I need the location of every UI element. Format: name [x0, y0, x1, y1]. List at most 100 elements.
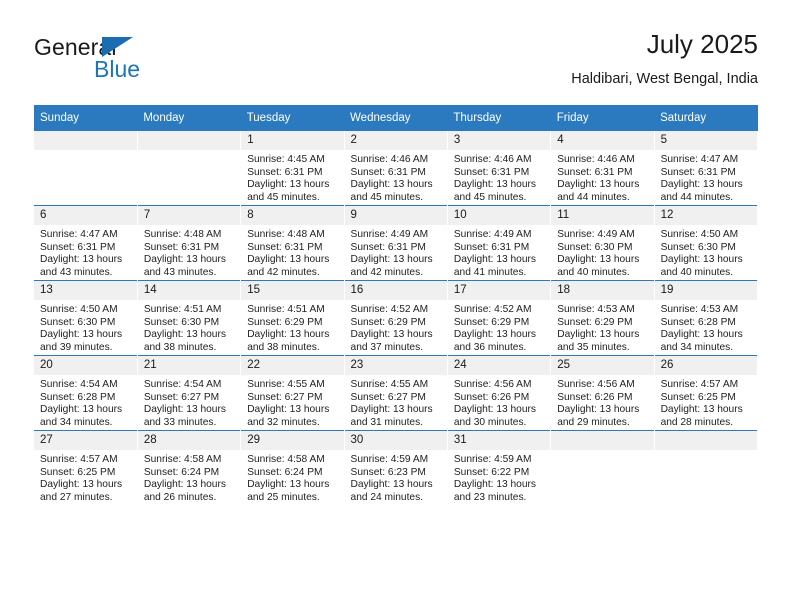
day-daylight1-text: Daylight: 13 hours	[557, 329, 640, 341]
day-daylight1-text: Daylight: 13 hours	[350, 404, 433, 416]
day-details: Sunrise: 4:49 AM Sunset: 6:30 PM Daylight:…	[551, 225, 653, 279]
day-number: 26	[654, 356, 757, 375]
day-daylight2-text: and 43 minutes.	[143, 266, 217, 278]
calendar-day-cell[interactable]: 6 Sunrise: 4:47 AM Sunset: 6:31 PM Daylight…	[34, 205, 138, 281]
day-details: Sunrise: 4:56 AM Sunset: 6:26 PM Daylight:…	[551, 375, 653, 429]
day-number: 5	[654, 131, 757, 150]
calendar-day-cell[interactable]: 8 Sunrise: 4:48 AM Sunset: 6:31 PM Daylight…	[240, 205, 345, 281]
calendar-day-cell[interactable]: 12 Sunrise: 4:50 AM Sunset: 6:30 PM Dayligh…	[654, 205, 759, 281]
day-daylight2-text: and 34 minutes.	[660, 341, 734, 353]
day-details: Sunrise: 4:56 AM Sunset: 6:26 PM Daylight:…	[448, 375, 550, 429]
calendar-day-cell[interactable]: 2 Sunrise: 4:46 AM Sunset: 6:31 PM Daylight…	[344, 131, 448, 206]
day-daylight1-text: Daylight: 13 hours	[453, 404, 536, 416]
day-sunrise-text: Sunrise: 4:47 AM	[660, 154, 739, 165]
calendar-day-cell[interactable]: 11 Sunrise: 4:49 AM Sunset: 6:30 PM Dayligh…	[550, 205, 655, 281]
day-number: 31	[447, 431, 551, 450]
day-sunset-text: Sunset: 6:27 PM	[350, 391, 426, 403]
day-sunrise-text: Sunrise: 4:48 AM	[247, 229, 325, 240]
calendar-day-cell[interactable]: 22 Sunrise: 4:55 AM Sunset: 6:27 PM Dayligh…	[240, 355, 345, 431]
calendar-day-cell[interactable]: 16 Sunrise: 4:52 AM Sunset: 6:29 PM Dayligh…	[344, 280, 448, 356]
day-details: Sunrise: 4:47 AM Sunset: 6:31 PM Daylight:…	[34, 225, 137, 279]
calendar-day-cell[interactable]: 25 Sunrise: 4:56 AM Sunset: 6:26 PM Dayligh…	[550, 355, 655, 431]
day-daylight1-text: Daylight: 13 hours	[350, 254, 433, 266]
day-details: Sunrise: 4:54 AM Sunset: 6:27 PM Daylight:…	[138, 375, 240, 429]
day-details: Sunrise: 4:51 AM Sunset: 6:29 PM Daylight:…	[241, 300, 343, 354]
weekday-header-friday: Friday	[550, 105, 655, 131]
calendar-day-cell[interactable]: 10 Sunrise: 4:49 AM Sunset: 6:31 PM Dayligh…	[447, 205, 552, 281]
day-sunset-text: Sunset: 6:27 PM	[143, 391, 220, 403]
day-daylight1-text: Daylight: 13 hours	[40, 329, 123, 341]
calendar-day-cell[interactable]: 4 Sunrise: 4:46 AM Sunset: 6:31 PM Daylight…	[550, 131, 655, 206]
day-sunrise-text: Sunrise: 4:50 AM	[40, 304, 118, 315]
day-sunrise-text: Sunrise: 4:52 AM	[350, 304, 429, 315]
day-sunrise-text: Sunrise: 4:46 AM	[350, 154, 429, 165]
page-subtitle: Haldibari, West Bengal, India	[571, 71, 758, 87]
calendar-day-cell[interactable]: 13 Sunrise: 4:50 AM Sunset: 6:30 PM Dayligh…	[34, 280, 138, 356]
day-number: 1	[241, 131, 344, 150]
day-details: Sunrise: 4:57 AM Sunset: 6:25 PM Daylight:…	[34, 450, 137, 504]
day-sunset-text: Sunset: 6:31 PM	[247, 241, 323, 253]
day-daylight2-text: and 26 minutes.	[143, 491, 217, 503]
day-daylight2-text: and 42 minutes.	[247, 266, 320, 278]
calendar-cell-empty	[137, 131, 242, 206]
calendar-day-cell[interactable]: 18 Sunrise: 4:53 AM Sunset: 6:29 PM Dayligh…	[550, 280, 655, 356]
page-title: July 2025	[646, 29, 758, 59]
calendar-day-cell[interactable]: 21 Sunrise: 4:54 AM Sunset: 6:27 PM Dayligh…	[137, 355, 242, 431]
weekday-header-tuesday: Tuesday	[240, 105, 345, 131]
calendar-day-cell[interactable]: 19 Sunrise: 4:53 AM Sunset: 6:28 PM Dayligh…	[654, 280, 759, 356]
calendar-day-cell[interactable]: 14 Sunrise: 4:51 AM Sunset: 6:30 PM Dayligh…	[137, 280, 242, 356]
day-sunrise-text: Sunrise: 4:58 AM	[143, 454, 222, 465]
day-sunrise-text: Sunrise: 4:51 AM	[247, 304, 325, 315]
day-sunset-text: Sunset: 6:31 PM	[350, 166, 426, 178]
day-daylight2-text: and 30 minutes.	[453, 416, 527, 428]
calendar-day-cell[interactable]: 24 Sunrise: 4:56 AM Sunset: 6:26 PM Dayligh…	[447, 355, 552, 431]
day-daylight2-text: and 33 minutes.	[143, 416, 217, 428]
day-daylight1-text: Daylight: 13 hours	[660, 329, 743, 341]
calendar-day-cell[interactable]: 7 Sunrise: 4:48 AM Sunset: 6:31 PM Daylight…	[137, 205, 242, 281]
calendar-day-cell[interactable]: 9 Sunrise: 4:49 AM Sunset: 6:31 PM Daylight…	[344, 205, 448, 281]
day-details: Sunrise: 4:50 AM Sunset: 6:30 PM Daylight:…	[655, 225, 757, 279]
day-number: 18	[551, 281, 654, 300]
day-daylight2-text: and 27 minutes.	[40, 491, 113, 503]
calendar-day-cell[interactable]: 15 Sunrise: 4:51 AM Sunset: 6:29 PM Dayligh…	[240, 280, 345, 356]
day-number: 23	[344, 356, 447, 375]
day-daylight1-text: Daylight: 13 hours	[143, 329, 226, 341]
day-sunrise-text: Sunrise: 4:55 AM	[350, 379, 429, 390]
calendar-day-cell[interactable]: 5 Sunrise: 4:47 AM Sunset: 6:31 PM Daylight…	[654, 131, 759, 206]
calendar-cell-empty	[34, 131, 138, 206]
day-number: 16	[344, 281, 447, 300]
calendar-day-cell[interactable]: 31 Sunrise: 4:59 AM Sunset: 6:22 PM Dayligh…	[447, 430, 552, 505]
day-daylight1-text: Daylight: 13 hours	[660, 179, 743, 191]
calendar-week-row: 13 Sunrise: 4:50 AM Sunset: 6:30 PM Dayligh…	[34, 280, 759, 356]
calendar-day-cell[interactable]: 1 Sunrise: 4:45 AM Sunset: 6:31 PM Daylight…	[240, 131, 345, 206]
day-sunrise-text: Sunrise: 4:57 AM	[660, 379, 739, 390]
day-number: 6	[34, 206, 137, 225]
calendar-day-cell[interactable]: 23 Sunrise: 4:55 AM Sunset: 6:27 PM Dayligh…	[344, 355, 448, 431]
day-number: 9	[344, 206, 447, 225]
day-details: Sunrise: 4:45 AM Sunset: 6:31 PM Daylight:…	[241, 150, 343, 204]
day-sunset-text: Sunset: 6:31 PM	[660, 166, 736, 178]
calendar-day-cell[interactable]: 17 Sunrise: 4:52 AM Sunset: 6:29 PM Dayligh…	[447, 280, 552, 356]
day-sunset-text: Sunset: 6:29 PM	[247, 316, 323, 328]
day-sunset-text: Sunset: 6:30 PM	[40, 316, 116, 328]
day-sunset-text: Sunset: 6:24 PM	[143, 466, 220, 478]
general-blue-logo[interactable]: General Blue	[34, 34, 294, 90]
calendar-day-cell[interactable]: 28 Sunrise: 4:58 AM Sunset: 6:24 PM Dayligh…	[137, 430, 242, 505]
day-details: Sunrise: 4:46 AM Sunset: 6:31 PM Daylight:…	[345, 150, 447, 204]
day-sunset-text: Sunset: 6:28 PM	[660, 316, 736, 328]
calendar-day-cell[interactable]: 3 Sunrise: 4:46 AM Sunset: 6:31 PM Daylight…	[447, 131, 552, 206]
day-daylight1-text: Daylight: 13 hours	[143, 479, 226, 491]
day-number: 11	[551, 206, 654, 225]
calendar-day-cell[interactable]: 30 Sunrise: 4:59 AM Sunset: 6:23 PM Dayligh…	[344, 430, 448, 505]
day-daylight1-text: Daylight: 13 hours	[453, 179, 536, 191]
day-sunrise-text: Sunrise: 4:56 AM	[453, 379, 532, 390]
day-sunset-text: Sunset: 6:31 PM	[247, 166, 323, 178]
calendar-day-cell[interactable]: 29 Sunrise: 4:58 AM Sunset: 6:24 PM Dayligh…	[240, 430, 345, 505]
day-number: 2	[344, 131, 447, 150]
day-sunset-text: Sunset: 6:25 PM	[40, 466, 116, 478]
calendar-day-cell[interactable]: 27 Sunrise: 4:57 AM Sunset: 6:25 PM Dayligh…	[34, 430, 138, 505]
calendar-day-cell[interactable]: 20 Sunrise: 4:54 AM Sunset: 6:28 PM Dayligh…	[34, 355, 138, 431]
day-daylight2-text: and 45 minutes.	[350, 191, 424, 203]
day-daylight2-text: and 31 minutes.	[350, 416, 424, 428]
calendar-day-cell[interactable]: 26 Sunrise: 4:57 AM Sunset: 6:25 PM Dayligh…	[654, 355, 759, 431]
